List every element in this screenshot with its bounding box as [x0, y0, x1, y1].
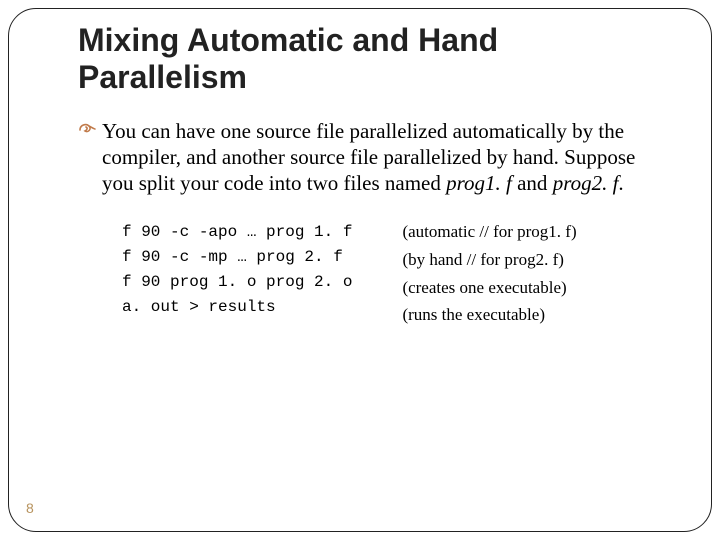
- note-line-2: (by hand // for prog2. f): [402, 248, 576, 273]
- code-column: f 90 -c -apo … prog 1. f f 90 -c -mp … p…: [122, 220, 352, 331]
- paragraph-tail: .: [618, 171, 623, 195]
- content-area: Mixing Automatic and Hand Parallelism Yo…: [78, 22, 670, 518]
- code-line-2: f 90 -c -mp … prog 2. f: [122, 248, 343, 266]
- code-block: f 90 -c -apo … prog 1. f f 90 -c -mp … p…: [78, 220, 670, 331]
- page-number: 8: [26, 500, 34, 516]
- note-line-3: (creates one executable): [402, 276, 576, 301]
- paragraph-mid: and: [512, 171, 553, 195]
- bullet-icon: [78, 119, 96, 144]
- slide-title: Mixing Automatic and Hand Parallelism: [78, 22, 670, 96]
- note-line-4: (runs the executable): [402, 303, 576, 328]
- file2: prog2. f: [553, 171, 619, 195]
- slide: Mixing Automatic and Hand Parallelism Yo…: [0, 0, 720, 540]
- file1: prog1. f: [446, 171, 512, 195]
- code-line-1: f 90 -c -apo … prog 1. f: [122, 223, 352, 241]
- code-line-4: a. out > results: [122, 298, 276, 316]
- note-line-1: (automatic // for prog1. f): [402, 220, 576, 245]
- body-text: You can have one source file parallelize…: [78, 118, 670, 331]
- code-line-3: f 90 prog 1. o prog 2. o: [122, 273, 352, 291]
- paragraph: You can have one source file parallelize…: [78, 118, 670, 197]
- notes-column: (automatic // for prog1. f) (by hand // …: [402, 220, 576, 331]
